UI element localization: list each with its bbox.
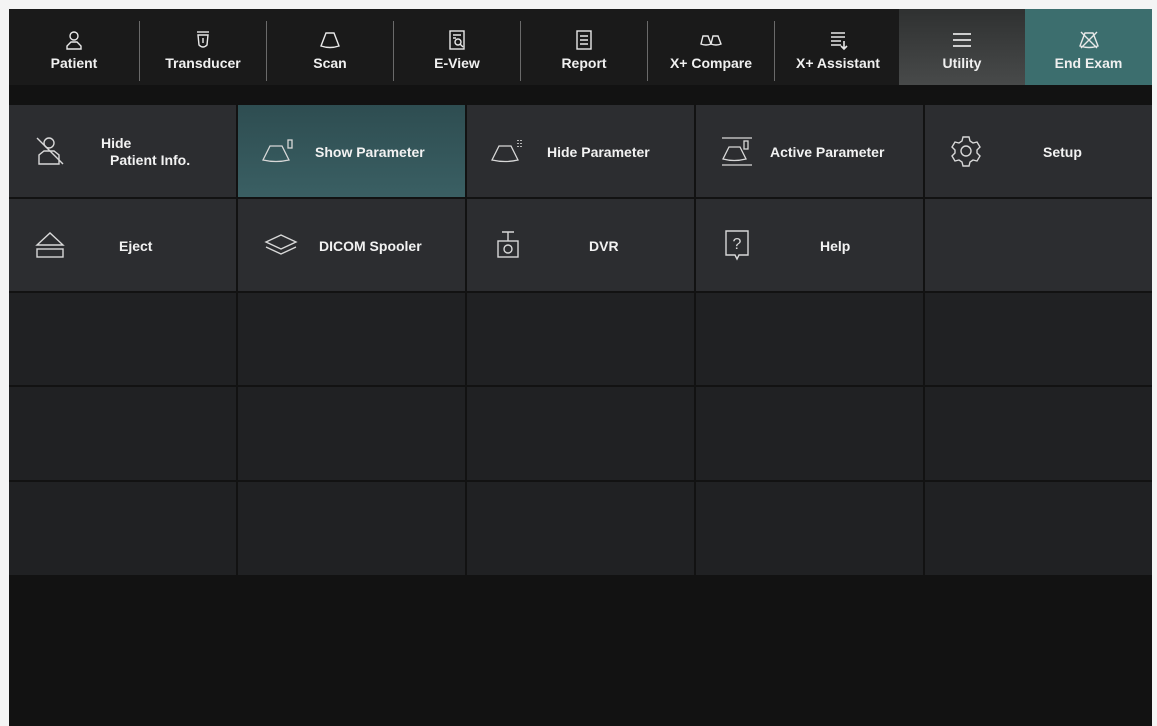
compare-label: X+ Compare (669, 55, 753, 71)
empty-cell (696, 387, 923, 480)
empty-cell (925, 387, 1152, 480)
empty-cell (9, 482, 236, 575)
eview-icon (449, 30, 465, 50)
menu-icon (953, 33, 971, 47)
help-button[interactable]: ? Help (696, 199, 923, 291)
dvr-button[interactable]: DVR (467, 199, 694, 291)
setup-label: Setup (1043, 144, 1082, 160)
help-icon: ? (725, 230, 749, 261)
help-label: Help (820, 238, 851, 254)
eject-label: Eject (119, 238, 153, 254)
eview-label: E-View (434, 55, 480, 71)
ultrasound-screen: Patient Transducer Scan E-View Report X+… (9, 9, 1152, 726)
empty-cell (9, 293, 236, 385)
assistant-button[interactable]: X+ Assistant (775, 9, 901, 85)
scan-button[interactable]: Scan (267, 9, 393, 85)
scan-label: Scan (313, 55, 347, 71)
empty-cell (925, 293, 1152, 385)
layers-icon (264, 234, 298, 255)
assistant-label: X+ Assistant (796, 55, 880, 71)
eject-button[interactable]: Eject (9, 199, 236, 291)
gear-icon (951, 136, 981, 167)
end-exam-button[interactable]: End Exam (1025, 9, 1152, 85)
empty-cell (696, 482, 923, 575)
hide-parameter-button[interactable]: Hide Parameter (467, 105, 694, 197)
empty-cell (925, 482, 1152, 575)
empty-cell (925, 199, 1152, 291)
transducer-icon (197, 31, 209, 48)
empty-cell (238, 293, 465, 385)
hide-patient-line1: Hide (101, 135, 132, 151)
empty-cell (696, 293, 923, 385)
end-exam-icon (1078, 31, 1099, 49)
show-parameter-icon (262, 139, 293, 163)
empty-cell (238, 387, 465, 480)
person-icon (66, 31, 82, 50)
compare-icon (700, 35, 722, 46)
patient-button[interactable]: Patient (9, 9, 139, 85)
setup-button[interactable]: Setup (925, 105, 1152, 197)
hide-patient-info-button[interactable]: Hide Patient Info. (9, 105, 236, 197)
active-parameter-button[interactable]: Active Parameter (696, 105, 923, 197)
eview-button[interactable]: E-View (394, 9, 520, 85)
patient-label: Patient (50, 55, 98, 71)
transducer-label: Transducer (165, 55, 241, 71)
report-label: Report (561, 55, 607, 71)
empty-cell (467, 387, 694, 480)
dvr-label: DVR (589, 238, 619, 254)
end-exam-label: End Exam (1054, 55, 1123, 71)
assistant-icon (831, 32, 848, 51)
show-parameter-label: Show Parameter (315, 144, 425, 160)
hide-patient-icon (36, 137, 64, 165)
utility-button[interactable]: Utility (899, 9, 1025, 85)
active-parameter-label: Active Parameter (770, 144, 885, 160)
active-parameter-icon (722, 137, 752, 166)
hide-patient-line2: Patient Info. (110, 152, 191, 168)
hide-parameter-label: Hide Parameter (547, 144, 650, 160)
report-button[interactable]: Report (521, 9, 647, 85)
empty-cell (467, 293, 694, 385)
svg-text:?: ? (733, 236, 742, 253)
scan-icon (320, 32, 340, 49)
camera-icon (497, 231, 519, 258)
empty-cell (467, 482, 694, 575)
dicom-spooler-label: DICOM Spooler (319, 238, 422, 254)
hide-parameter-icon (491, 140, 522, 163)
utility-label: Utility (942, 55, 982, 71)
dicom-spooler-button[interactable]: DICOM Spooler (238, 199, 465, 291)
show-parameter-button[interactable]: Show Parameter (238, 105, 465, 197)
top-toolbar: Patient Transducer Scan E-View Report X+… (9, 9, 1152, 85)
eject-icon (35, 232, 65, 258)
empty-cell (238, 482, 465, 575)
empty-cell (9, 387, 236, 480)
compare-button[interactable]: X+ Compare (648, 9, 774, 85)
transducer-button[interactable]: Transducer (140, 9, 266, 85)
report-icon (576, 30, 592, 50)
